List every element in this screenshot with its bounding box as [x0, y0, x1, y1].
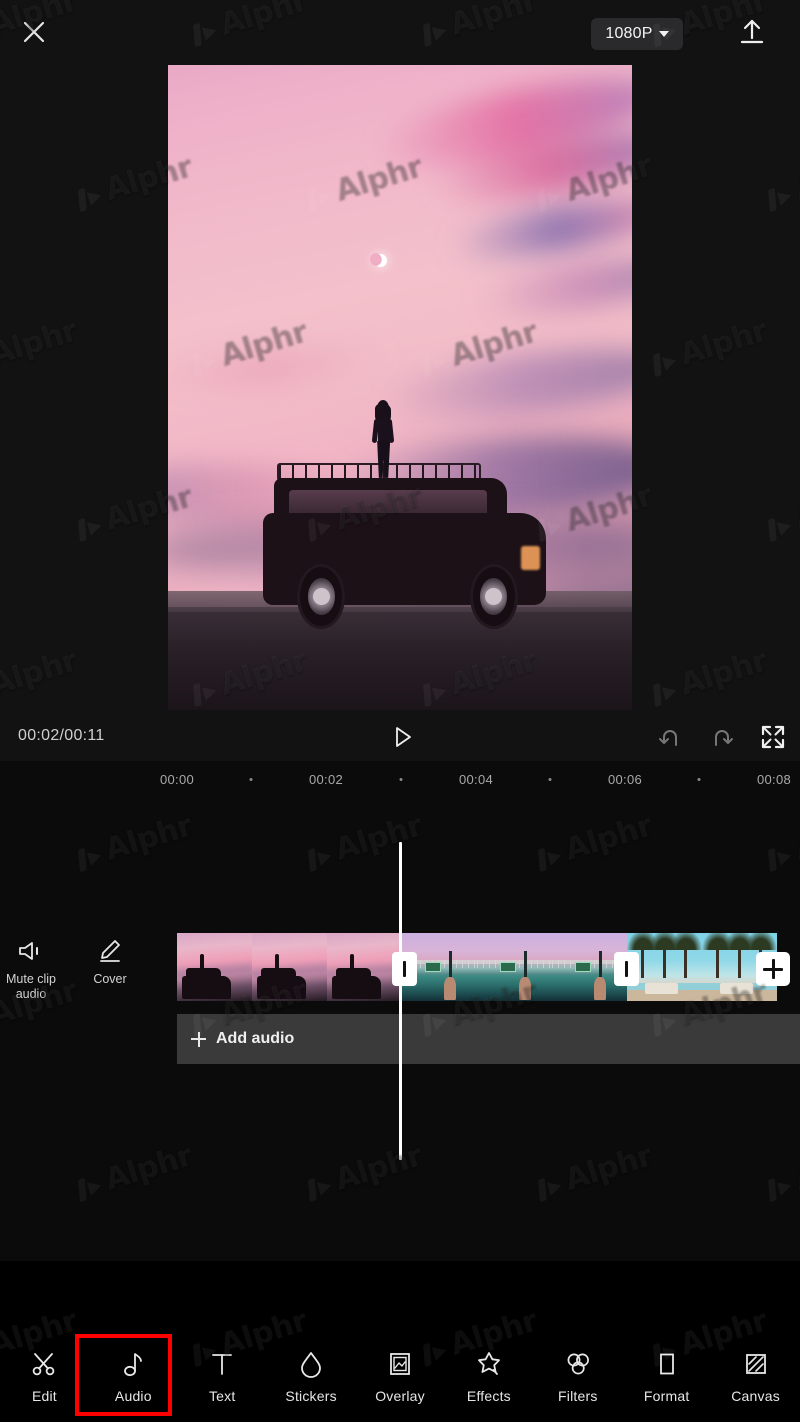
- close-icon[interactable]: [18, 16, 50, 48]
- star-sparkle-icon: [475, 1349, 503, 1379]
- toolbar-item-stickers[interactable]: Stickers: [267, 1330, 356, 1422]
- plus-icon: [763, 959, 783, 979]
- transition-handle-2[interactable]: [614, 952, 639, 986]
- play-icon[interactable]: [388, 723, 416, 751]
- toolbar-item-overlay[interactable]: Overlay: [356, 1330, 445, 1422]
- handle-grip: [625, 961, 628, 977]
- toolbar-label-edit: Edit: [31, 1387, 57, 1404]
- bottom-toolbar: Edit Audio Text Stickers Overlay Effects…: [0, 1330, 800, 1422]
- add-clip-button[interactable]: [756, 952, 790, 986]
- toolbar-label-format: Format: [643, 1387, 690, 1404]
- time-display: 00:02/00:11: [18, 727, 105, 744]
- toolbar-label-effects: Effects: [466, 1387, 511, 1404]
- music-note-icon: [119, 1349, 147, 1379]
- hatched-square-icon: [742, 1349, 770, 1379]
- suv-vehicle: [263, 462, 547, 630]
- toolbar-label-text: Text: [208, 1387, 236, 1404]
- toolbar-item-filters[interactable]: Filters: [533, 1330, 622, 1422]
- timeline-tracks: Add audio: [0, 761, 800, 1221]
- toolbar-item-audio[interactable]: Audio: [89, 1330, 178, 1422]
- video-clip[interactable]: [402, 933, 627, 1001]
- car-headlight: [520, 546, 541, 570]
- car-wheel: [469, 563, 518, 630]
- add-audio-track[interactable]: Add audio: [177, 1014, 800, 1064]
- toolbar-item-edit[interactable]: Edit: [0, 1330, 89, 1422]
- toolbar-label-stickers: Stickers: [285, 1387, 337, 1404]
- clip-thumbnail: [252, 933, 327, 1001]
- player-control-bar: 00:02/00:11: [0, 713, 800, 761]
- handle-grip: [403, 961, 406, 977]
- toolbar-item-canvas[interactable]: Canvas: [711, 1330, 800, 1422]
- plus-icon: [191, 1031, 206, 1047]
- playhead[interactable]: [399, 842, 402, 1160]
- timeline-panel[interactable]: 00:00 00:02 00:04 00:06 00:08 Mute clip …: [0, 761, 800, 1261]
- toolbar-item-effects[interactable]: Effects: [444, 1330, 533, 1422]
- top-bar: 1080P: [0, 0, 800, 65]
- resolution-selector[interactable]: 1080P: [591, 18, 683, 50]
- add-audio-label: Add audio: [216, 1030, 295, 1047]
- clip-thumbnail: [327, 933, 402, 1001]
- toolbar-label-audio: Audio: [114, 1387, 152, 1404]
- text-t-icon: [208, 1349, 236, 1379]
- three-circles-icon: [564, 1349, 592, 1379]
- fullscreen-icon[interactable]: [760, 724, 786, 750]
- scissors-icon: [30, 1349, 58, 1379]
- video-clip[interactable]: [627, 933, 777, 1001]
- clip-thumbnail: [177, 933, 252, 1001]
- toolbar-item-format[interactable]: Format: [622, 1330, 711, 1422]
- video-preview[interactable]: [168, 65, 632, 710]
- toolbar-label-filters: Filters: [558, 1387, 598, 1404]
- sticker-drop-icon: [297, 1349, 325, 1379]
- redo-icon[interactable]: [710, 725, 736, 749]
- transition-handle-1[interactable]: [392, 952, 417, 986]
- undo-icon[interactable]: [656, 725, 682, 749]
- toolbar-label-canvas: Canvas: [731, 1387, 780, 1404]
- person-silhouette: [371, 399, 395, 478]
- preview-stage: [0, 65, 800, 713]
- toolbar-item-text[interactable]: Text: [178, 1330, 267, 1422]
- toolbar-label-overlay: Overlay: [375, 1387, 425, 1404]
- image-frame-icon: [386, 1349, 414, 1379]
- square-icon: [653, 1349, 681, 1379]
- chevron-down-icon: [658, 31, 669, 37]
- car-wheel: [297, 563, 346, 630]
- clip-thumbnail: [477, 933, 552, 1001]
- resolution-label: 1080P: [605, 25, 653, 42]
- export-upload-icon[interactable]: [734, 14, 770, 50]
- video-track[interactable]: [177, 933, 777, 1001]
- video-clip[interactable]: [177, 933, 402, 1001]
